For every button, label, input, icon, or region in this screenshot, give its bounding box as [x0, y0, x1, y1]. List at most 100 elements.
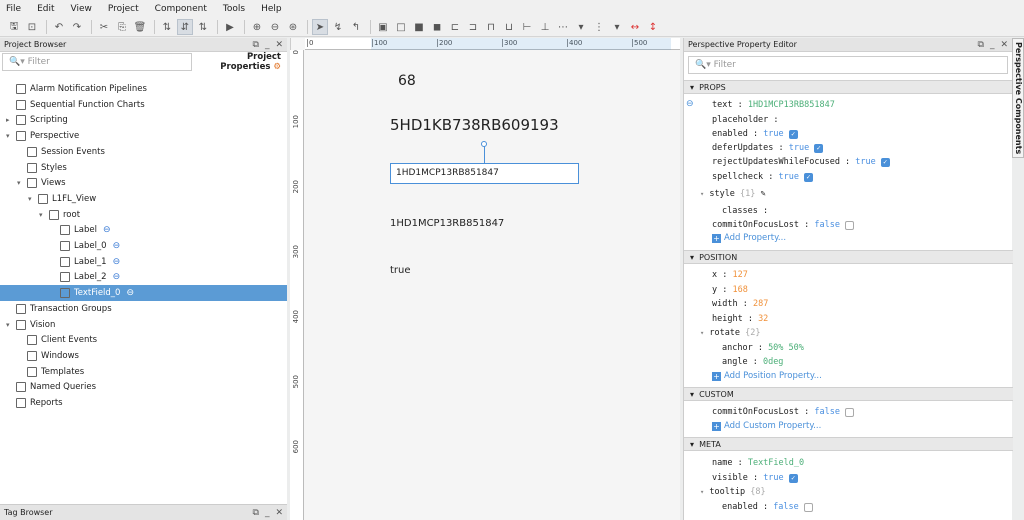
pos-x-value[interactable]: 127 — [732, 270, 747, 280]
menu-component[interactable]: Component — [155, 4, 207, 14]
align-right-icon[interactable]: ⊓ — [483, 19, 499, 35]
project-properties-button[interactable]: Project Properties ⚙ — [194, 52, 285, 72]
save-icon[interactable]: 🖫 — [6, 19, 22, 35]
section-custom[interactable]: ▾ CUSTOM — [684, 387, 1013, 401]
design-canvas[interactable]: 68 5HD1KB738RB609193 1HD1MCP13RB851847 1… — [290, 38, 680, 520]
expand-icon[interactable]: ▾ — [28, 195, 38, 203]
menu-help[interactable]: Help — [261, 4, 282, 14]
bindings-icon[interactable]: ⇅ — [159, 19, 175, 35]
tree-item[interactable]: TextField_0 ⊖ — [0, 285, 287, 302]
expand-icon[interactable]: ▾ — [6, 321, 16, 329]
label-1[interactable]: 1HD1MCP13RB851847 — [390, 218, 504, 229]
expand-icon[interactable]: ▸ — [6, 116, 16, 124]
cut-icon[interactable]: ✂ — [96, 19, 112, 35]
enabled-checkbox[interactable]: ✓ — [788, 129, 798, 139]
preview-mode-icon[interactable]: ⇅ — [195, 19, 211, 35]
layers-icon[interactable]: ◼ — [429, 19, 445, 35]
visible-checkbox[interactable]: ✓ — [788, 473, 798, 483]
pointer-icon[interactable]: ➤ — [312, 19, 328, 35]
tree-item[interactable]: Sequential Function Charts — [0, 97, 287, 113]
restore-icon[interactable]: ⧉ — [978, 40, 984, 50]
pos-width-value[interactable]: 287 — [753, 299, 768, 309]
tree-item[interactable]: Transaction Groups — [0, 301, 287, 317]
redo-icon[interactable]: ↷ — [69, 19, 85, 35]
align-middle-icon[interactable]: ⊢ — [519, 19, 535, 35]
section-props[interactable]: ▾ PROPS — [684, 80, 1013, 94]
property-filter-input[interactable]: 🔍▾ Filter — [688, 56, 1008, 74]
tree-item[interactable]: ▾ Views — [0, 175, 287, 191]
reject-checkbox[interactable]: ✓ — [880, 157, 890, 167]
expand-icon[interactable]: ▾ — [39, 211, 49, 219]
save-all-icon[interactable]: ⊡ — [24, 19, 40, 35]
minimize-icon[interactable]: _ — [265, 508, 270, 518]
label-0[interactable]: 5HD1KB738RB609193 — [390, 116, 559, 134]
tree-item[interactable]: Session Events — [0, 144, 287, 160]
section-position[interactable]: ▾ POSITION — [684, 250, 1013, 264]
tree-item[interactable]: Templates — [0, 364, 287, 380]
expand-icon[interactable]: ▾ — [700, 329, 704, 337]
copy-icon[interactable]: ⎘ — [114, 19, 130, 35]
tree-item[interactable]: Label ⊖ — [0, 222, 287, 238]
pos-height-value[interactable]: 32 — [758, 314, 768, 324]
tree-item[interactable]: Label_2 ⊖ — [0, 269, 287, 285]
add-property-button[interactable]: + Add Property... — [712, 233, 786, 243]
tree-item[interactable]: Label_0 ⊖ — [0, 238, 287, 254]
play-icon[interactable]: ▶ — [222, 19, 238, 35]
spellcheck-checkbox[interactable]: ✓ — [804, 172, 814, 182]
label[interactable]: 68 — [398, 73, 416, 89]
tree-item[interactable]: Named Queries — [0, 379, 287, 395]
align-center-icon[interactable]: ⊐ — [465, 19, 481, 35]
minimize-icon[interactable]: _ — [990, 40, 995, 50]
align-bottom-icon[interactable]: ⊥ — [537, 19, 553, 35]
anchor-value[interactable]: 50% 50% — [768, 343, 804, 353]
menu-view[interactable]: View — [71, 4, 92, 14]
prop-text-value[interactable]: 1HD1MCP13RB851847 — [748, 100, 835, 110]
zoom-fit-icon[interactable]: ⊛ — [285, 19, 301, 35]
add-custom-property-button[interactable]: + Add Custom Property... — [712, 421, 821, 431]
align-top-icon[interactable]: ⊔ — [501, 19, 517, 35]
menu-tools[interactable]: Tools — [223, 4, 245, 14]
expand-icon[interactable]: ▾ — [17, 179, 27, 187]
tree-item[interactable]: ▾ Perspective — [0, 128, 287, 144]
tree-item[interactable]: ▾ Vision — [0, 317, 287, 333]
rotate-handle[interactable] — [481, 141, 487, 147]
minimize-icon[interactable]: _ — [265, 40, 270, 50]
close-icon[interactable]: ✕ — [275, 40, 283, 50]
perspective-components-tab[interactable]: Perspective Components — [1012, 38, 1024, 158]
tree-item[interactable]: Styles — [0, 160, 287, 176]
pos-y-value[interactable]: 168 — [732, 285, 747, 295]
restore-icon[interactable]: ⧉ — [253, 40, 259, 50]
section-meta[interactable]: ▾ META — [684, 437, 1013, 451]
menu-edit[interactable]: Edit — [37, 4, 54, 14]
tree-item[interactable]: Windows — [0, 348, 287, 364]
connect-icon[interactable]: ↯ — [330, 19, 346, 35]
angle-value[interactable]: 0deg — [763, 357, 783, 367]
align-left-icon[interactable]: ⊏ — [447, 19, 463, 35]
style-brush-icon[interactable]: ✎ — [761, 189, 766, 199]
reshape-icon[interactable]: ↰ — [348, 19, 364, 35]
add-position-property-button[interactable]: + Add Position Property... — [712, 371, 822, 381]
close-icon[interactable]: ✕ — [1000, 40, 1008, 50]
send-back-icon[interactable]: ■ — [411, 19, 427, 35]
zoom-out-icon[interactable]: ⊖ — [267, 19, 283, 35]
restore-icon[interactable]: ⧉ — [253, 508, 259, 518]
defer-checkbox[interactable]: ✓ — [814, 143, 824, 153]
dropdown-icon[interactable]: ▾ — [573, 19, 589, 35]
expand-icon[interactable]: ▾ — [700, 190, 704, 198]
filter-input[interactable]: 🔍▾ Filter — [2, 53, 192, 71]
distribute-v-icon[interactable]: ⋮ — [591, 19, 607, 35]
textfield-0[interactable]: 1HD1MCP13RB851847 — [390, 163, 579, 184]
commit-checkbox[interactable] — [844, 220, 854, 230]
binding-link-icon[interactable]: ⊖ — [686, 99, 694, 109]
custom-commit-checkbox[interactable] — [844, 407, 854, 417]
group-icon[interactable]: ▣ — [375, 19, 391, 35]
tree-item[interactable]: Reports — [0, 395, 287, 411]
same-height-icon[interactable]: ↕ — [645, 19, 661, 35]
tree-item[interactable]: Client Events — [0, 332, 287, 348]
label-2[interactable]: true — [390, 265, 411, 276]
distribute-h-icon[interactable]: ⋯ — [555, 19, 571, 35]
menu-project[interactable]: Project — [108, 4, 139, 14]
same-width-icon[interactable]: ↔ — [627, 19, 643, 35]
dropdown-icon[interactable]: ▾ — [609, 19, 625, 35]
close-icon[interactable]: ✕ — [275, 508, 283, 518]
